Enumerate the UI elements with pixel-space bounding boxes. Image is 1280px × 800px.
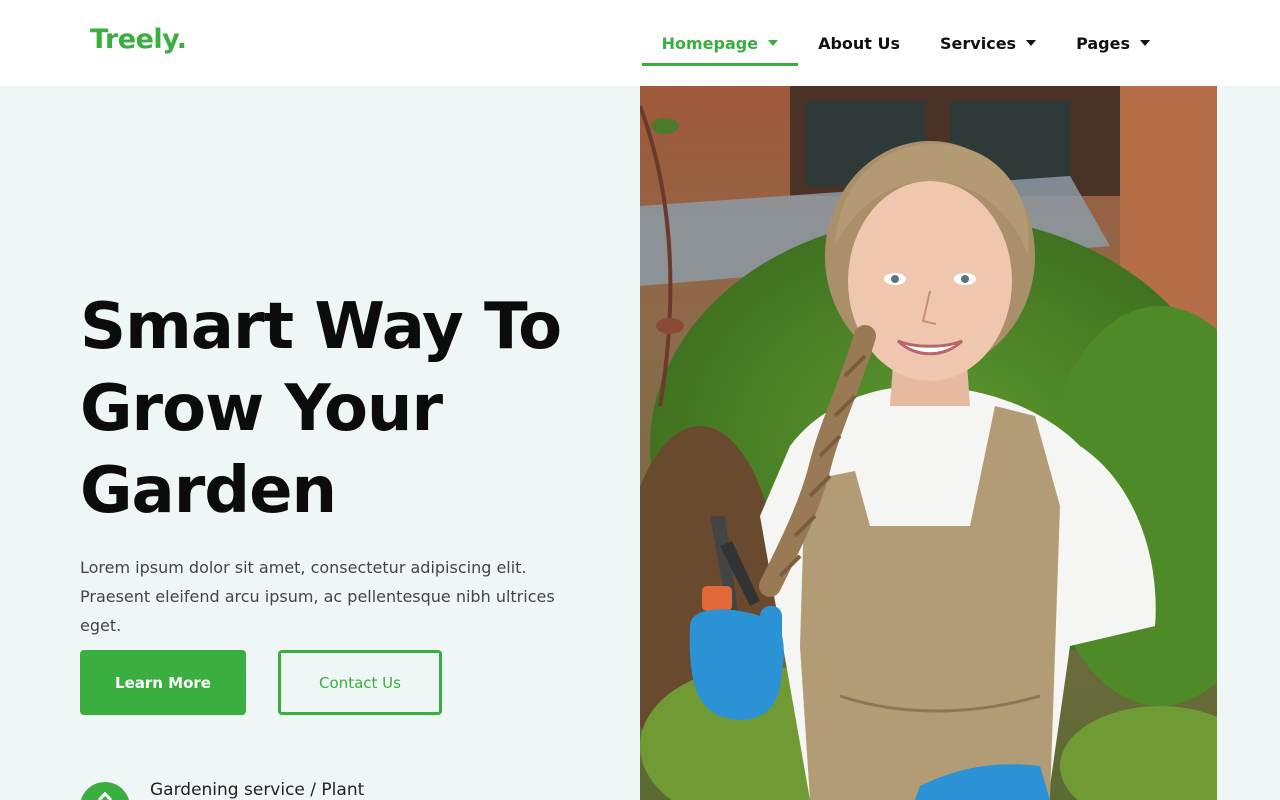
- learn-more-button[interactable]: Learn More: [80, 650, 246, 715]
- chevron-down-icon: [768, 40, 779, 46]
- site-header: Treely. Homepage About Us Services Pages: [0, 0, 1280, 86]
- nav-item-label: About Us: [818, 33, 901, 53]
- nav-item-about-us[interactable]: About Us: [798, 0, 920, 86]
- chevron-down-icon: [1140, 40, 1150, 46]
- hero-photo: [640, 86, 1217, 800]
- feature-label: Gardening service / Plant: [150, 780, 365, 800]
- brand-logo[interactable]: Treely.: [90, 24, 187, 55]
- nav-item-homepage[interactable]: Homepage: [641, 0, 799, 86]
- main-nav: Homepage About Us Services Pages: [641, 0, 1170, 86]
- hero-title-line: Smart Way To: [80, 290, 562, 364]
- gardener-photo-illustration: [640, 86, 1217, 800]
- hero-description: Lorem ipsum dolor sit amet, consectetur …: [80, 558, 555, 635]
- hero-title-line: Garden: [80, 454, 337, 528]
- nav-item-pages[interactable]: Pages: [1056, 0, 1170, 86]
- contact-us-button[interactable]: Contact Us: [278, 650, 442, 715]
- nav-item-label: Pages: [1076, 33, 1130, 53]
- brand-name: Treely: [90, 24, 177, 55]
- brand-dot: .: [176, 24, 187, 55]
- chevron-down-icon: [1026, 40, 1037, 46]
- hero-title-line: Grow Your: [80, 372, 443, 446]
- hero-title: Smart Way To Grow Your Garden: [80, 286, 600, 532]
- nav-item-label: Homepage: [661, 33, 759, 53]
- nav-item-label: Services: [940, 33, 1017, 53]
- nav-item-services[interactable]: Services: [920, 0, 1056, 86]
